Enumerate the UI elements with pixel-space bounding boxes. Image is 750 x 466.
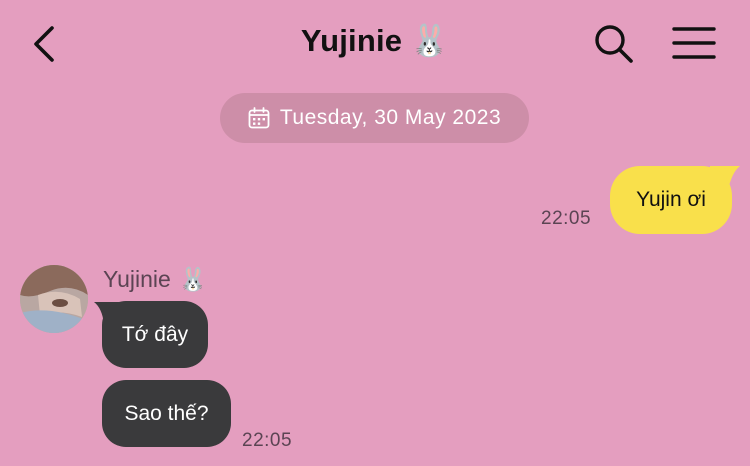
incoming-message-bubble[interactable]: Tớ đây <box>102 301 208 368</box>
date-separator: Tuesday, 30 May 2023 <box>220 93 529 143</box>
search-button[interactable] <box>592 22 636 66</box>
rabbit-emoji-icon: 🐰 <box>410 23 450 58</box>
message-text: Tớ đây <box>121 322 189 346</box>
outgoing-message-bubble[interactable]: Yujin ơi <box>610 166 732 234</box>
calendar-icon <box>248 107 270 129</box>
incoming-message-bubble[interactable]: Sao thế? <box>102 380 231 447</box>
rabbit-emoji-icon: 🐰 <box>178 266 208 292</box>
message-text: Yujin ơi <box>636 188 706 211</box>
chat-title-text: Yujinie <box>300 23 403 58</box>
message-timestamp: 22:05 <box>541 208 592 229</box>
avatar[interactable] <box>20 265 88 333</box>
chat-title: Yujinie 🐰 <box>0 22 750 59</box>
message-timestamp: 22:05 <box>242 430 293 451</box>
search-icon <box>595 25 633 63</box>
sender-name-text: Yujinie <box>103 266 171 292</box>
message-text: Sao thế? <box>124 401 209 425</box>
avatar-photo <box>20 265 88 333</box>
date-label: Tuesday, 30 May 2023 <box>279 106 502 129</box>
sender-name: Yujinie 🐰 <box>103 266 207 293</box>
menu-button[interactable] <box>670 24 718 64</box>
hamburger-menu-icon <box>672 27 716 59</box>
